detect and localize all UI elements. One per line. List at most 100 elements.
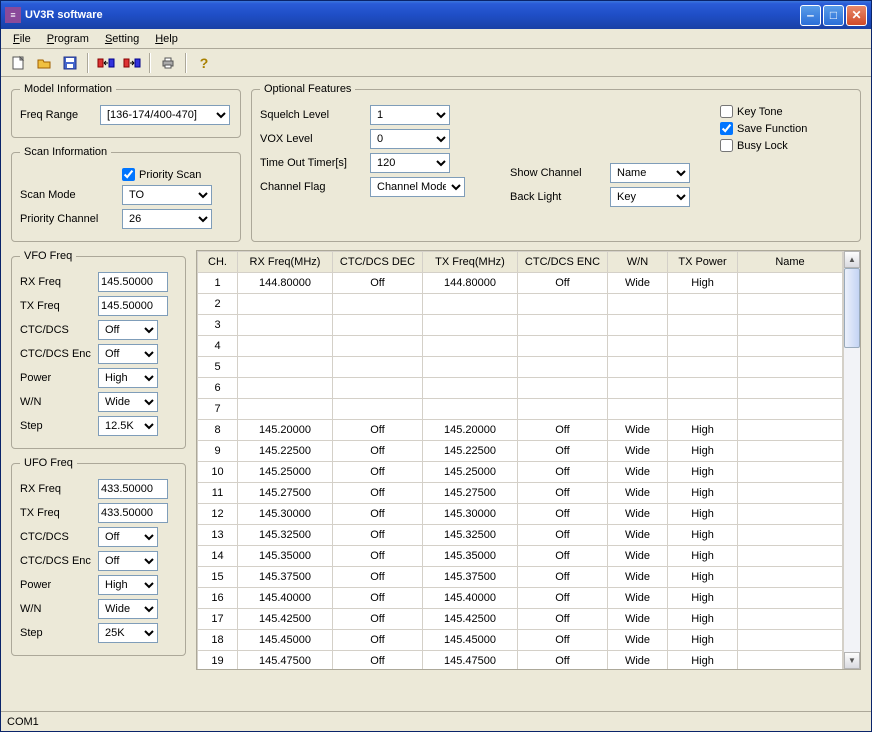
- table-row[interactable]: 13145.32500Off145.32500OffWideHigh: [198, 525, 843, 546]
- table-row[interactable]: 3: [198, 315, 843, 336]
- table-row[interactable]: 11145.27500Off145.27500OffWideHigh: [198, 483, 843, 504]
- table-cell[interactable]: 145.47500: [238, 651, 333, 670]
- table-cell[interactable]: Off: [518, 630, 608, 651]
- table-cell[interactable]: [738, 378, 843, 399]
- table-cell[interactable]: 145.22500: [423, 441, 518, 462]
- table-cell[interactable]: 145.25000: [238, 462, 333, 483]
- ufo-power-select[interactable]: High: [98, 575, 158, 595]
- table-cell[interactable]: Off: [333, 546, 423, 567]
- table-cell[interactable]: Wide: [608, 651, 668, 670]
- table-row[interactable]: 8145.20000Off145.20000OffWideHigh: [198, 420, 843, 441]
- table-cell[interactable]: 15: [198, 567, 238, 588]
- table-cell[interactable]: High: [668, 273, 738, 294]
- table-cell[interactable]: Wide: [608, 441, 668, 462]
- table-cell[interactable]: Off: [333, 609, 423, 630]
- channel-table[interactable]: CH.RX Freq(MHz)CTC/DCS DECTX Freq(MHz)CT…: [197, 251, 843, 669]
- table-cell[interactable]: 8: [198, 420, 238, 441]
- scroll-up-button[interactable]: ▲: [844, 251, 860, 268]
- table-cell[interactable]: [238, 399, 333, 420]
- table-cell[interactable]: [238, 336, 333, 357]
- ufo-wn-select[interactable]: Wide: [98, 599, 158, 619]
- table-cell[interactable]: Off: [518, 651, 608, 670]
- table-cell[interactable]: 9: [198, 441, 238, 462]
- ufo-rx-input[interactable]: [98, 479, 168, 499]
- table-cell[interactable]: Off: [333, 462, 423, 483]
- table-cell[interactable]: 145.32500: [423, 525, 518, 546]
- table-cell[interactable]: High: [668, 525, 738, 546]
- table-cell[interactable]: Off: [518, 609, 608, 630]
- table-cell[interactable]: Off: [518, 504, 608, 525]
- table-cell[interactable]: Wide: [608, 588, 668, 609]
- table-cell[interactable]: Wide: [608, 483, 668, 504]
- table-cell[interactable]: [423, 336, 518, 357]
- scroll-thumb[interactable]: [844, 268, 860, 348]
- table-cell[interactable]: High: [668, 609, 738, 630]
- table-cell[interactable]: Off: [333, 630, 423, 651]
- table-cell[interactable]: 144.80000: [423, 273, 518, 294]
- priority-channel-select[interactable]: 26: [122, 209, 212, 229]
- table-cell[interactable]: [333, 357, 423, 378]
- table-cell[interactable]: 145.20000: [238, 420, 333, 441]
- table-cell[interactable]: [333, 378, 423, 399]
- table-cell[interactable]: 145.37500: [423, 567, 518, 588]
- table-cell[interactable]: Wide: [608, 546, 668, 567]
- table-cell[interactable]: High: [668, 462, 738, 483]
- table-cell[interactable]: Wide: [608, 273, 668, 294]
- table-cell[interactable]: Off: [333, 441, 423, 462]
- table-cell[interactable]: Off: [518, 273, 608, 294]
- table-cell[interactable]: Wide: [608, 630, 668, 651]
- table-cell[interactable]: [608, 315, 668, 336]
- table-cell[interactable]: [668, 399, 738, 420]
- table-cell[interactable]: Off: [333, 567, 423, 588]
- freq-range-select[interactable]: [136-174/400-470]: [100, 105, 230, 125]
- print-button[interactable]: [157, 52, 179, 74]
- maximize-button[interactable]: □: [823, 5, 844, 26]
- scroll-down-button[interactable]: ▼: [844, 652, 860, 669]
- table-cell[interactable]: [738, 336, 843, 357]
- table-cell[interactable]: Off: [518, 567, 608, 588]
- table-cell[interactable]: 4: [198, 336, 238, 357]
- table-cell[interactable]: 3: [198, 315, 238, 336]
- table-row[interactable]: 16145.40000Off145.40000OffWideHigh: [198, 588, 843, 609]
- table-cell[interactable]: 5: [198, 357, 238, 378]
- table-cell[interactable]: Wide: [608, 609, 668, 630]
- table-cell[interactable]: Wide: [608, 420, 668, 441]
- table-cell[interactable]: [518, 315, 608, 336]
- table-cell[interactable]: 145.25000: [423, 462, 518, 483]
- menu-file[interactable]: File: [5, 31, 39, 47]
- table-cell[interactable]: [668, 357, 738, 378]
- table-cell[interactable]: [608, 294, 668, 315]
- table-cell[interactable]: Off: [333, 504, 423, 525]
- table-cell[interactable]: 145.42500: [238, 609, 333, 630]
- table-cell[interactable]: High: [668, 546, 738, 567]
- table-cell[interactable]: Wide: [608, 525, 668, 546]
- key-tone-checkbox[interactable]: [720, 105, 733, 118]
- table-cell[interactable]: [333, 294, 423, 315]
- table-cell[interactable]: [518, 378, 608, 399]
- table-cell[interactable]: [518, 294, 608, 315]
- table-cell[interactable]: 17: [198, 609, 238, 630]
- table-header[interactable]: W/N: [608, 252, 668, 273]
- table-cell[interactable]: Off: [518, 420, 608, 441]
- table-header[interactable]: CH.: [198, 252, 238, 273]
- new-button[interactable]: [7, 52, 29, 74]
- open-button[interactable]: [33, 52, 55, 74]
- table-row[interactable]: 4: [198, 336, 843, 357]
- table-cell[interactable]: Off: [333, 483, 423, 504]
- table-cell[interactable]: 11: [198, 483, 238, 504]
- table-cell[interactable]: 145.32500: [238, 525, 333, 546]
- read-radio-button[interactable]: [95, 52, 117, 74]
- table-cell[interactable]: [668, 315, 738, 336]
- table-cell[interactable]: Wide: [608, 504, 668, 525]
- ufo-tx-input[interactable]: [98, 503, 168, 523]
- table-cell[interactable]: [738, 273, 843, 294]
- ufo-ctcenc-select[interactable]: Off: [98, 551, 158, 571]
- table-cell[interactable]: [608, 399, 668, 420]
- table-row[interactable]: 14145.35000Off145.35000OffWideHigh: [198, 546, 843, 567]
- save-func-checkbox[interactable]: [720, 122, 733, 135]
- table-cell[interactable]: 19: [198, 651, 238, 670]
- table-cell[interactable]: [738, 567, 843, 588]
- table-cell[interactable]: Off: [333, 588, 423, 609]
- table-cell[interactable]: Off: [333, 525, 423, 546]
- menu-setting[interactable]: Setting: [97, 31, 147, 47]
